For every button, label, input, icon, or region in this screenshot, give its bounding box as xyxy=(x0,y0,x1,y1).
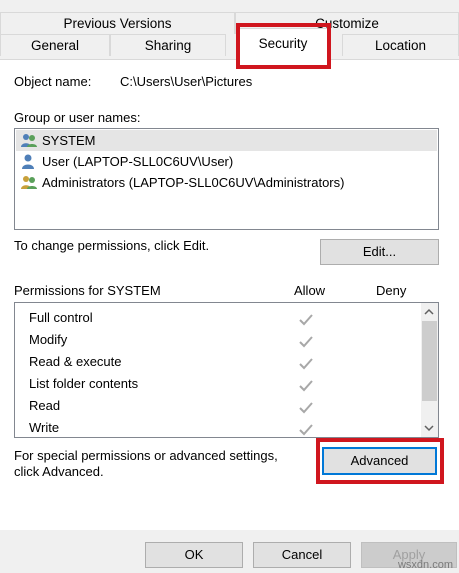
group-item-administrators[interactable]: Administrators (LAPTOP-SLL0C6UV\Administ… xyxy=(16,172,437,193)
advanced-button-highlight xyxy=(316,438,444,484)
permissions-list[interactable]: Full control Modify Read & execute List … xyxy=(14,302,439,438)
group-item-label: Administrators (LAPTOP-SLL0C6UV\Administ… xyxy=(42,175,345,190)
permission-row-list-folder: List folder contents xyxy=(29,376,139,391)
tab-label: Sharing xyxy=(144,38,192,53)
allow-header: Allow xyxy=(294,283,326,298)
permissions-scrollbar[interactable] xyxy=(421,303,438,437)
allow-check-icon xyxy=(299,314,313,326)
users-group-icon xyxy=(21,176,37,189)
tab-divider xyxy=(0,59,459,60)
scrollbar-thumb[interactable] xyxy=(422,321,437,401)
tab-label: Location xyxy=(374,38,427,53)
cancel-button[interactable]: Cancel xyxy=(253,542,351,568)
deny-header: Deny xyxy=(376,283,407,298)
users-group-icon xyxy=(21,134,37,147)
chevron-up-icon[interactable] xyxy=(424,308,434,316)
tab-label: Previous Versions xyxy=(63,16,172,31)
group-item-system[interactable]: SYSTEM xyxy=(16,130,437,151)
object-name-label: Object name: xyxy=(14,74,92,89)
group-item-label: User (LAPTOP-SLL0C6UV\User) xyxy=(42,154,234,169)
tab-sharing[interactable]: Sharing xyxy=(110,34,226,56)
ok-button[interactable]: OK xyxy=(145,542,243,568)
allow-check-icon xyxy=(299,358,313,370)
watermark: wsxdn.com xyxy=(397,559,453,571)
object-name-value: C:\Users\User\Pictures xyxy=(120,74,253,89)
allow-check-icon xyxy=(299,336,313,348)
permission-row-read-execute: Read & execute xyxy=(29,354,122,369)
chevron-down-icon[interactable] xyxy=(424,424,434,432)
permission-row-full-control: Full control xyxy=(29,310,93,325)
edit-button[interactable]: Edit... xyxy=(320,239,439,265)
group-label: Group or user names: xyxy=(14,110,141,125)
change-permissions-text: To change permissions, click Edit. xyxy=(14,238,210,253)
allow-check-icon xyxy=(299,402,313,414)
tab-label: General xyxy=(30,38,80,53)
permission-row-modify: Modify xyxy=(29,332,68,347)
allow-check-icon xyxy=(299,380,313,392)
group-item-label: SYSTEM xyxy=(42,133,96,148)
security-tab-highlight xyxy=(236,23,331,69)
tab-location[interactable]: Location xyxy=(342,34,459,56)
permission-row-write: Write xyxy=(29,420,60,435)
permissions-label: Permissions for SYSTEM xyxy=(14,283,161,298)
allow-check-icon xyxy=(299,424,313,436)
group-item-user[interactable]: User (LAPTOP-SLL0C6UV\User) xyxy=(16,151,437,172)
special-permissions-line2: click Advanced. xyxy=(14,464,104,479)
group-list[interactable]: SYSTEM User (LAPTOP-SLL0C6UV\User) Admin… xyxy=(14,128,439,230)
permission-row-read: Read xyxy=(29,398,61,413)
tab-general[interactable]: General xyxy=(0,34,110,56)
user-icon xyxy=(22,154,34,169)
tab-previous-versions[interactable]: Previous Versions xyxy=(0,12,235,34)
special-permissions-line1: For special permissions or advanced sett… xyxy=(14,448,278,463)
